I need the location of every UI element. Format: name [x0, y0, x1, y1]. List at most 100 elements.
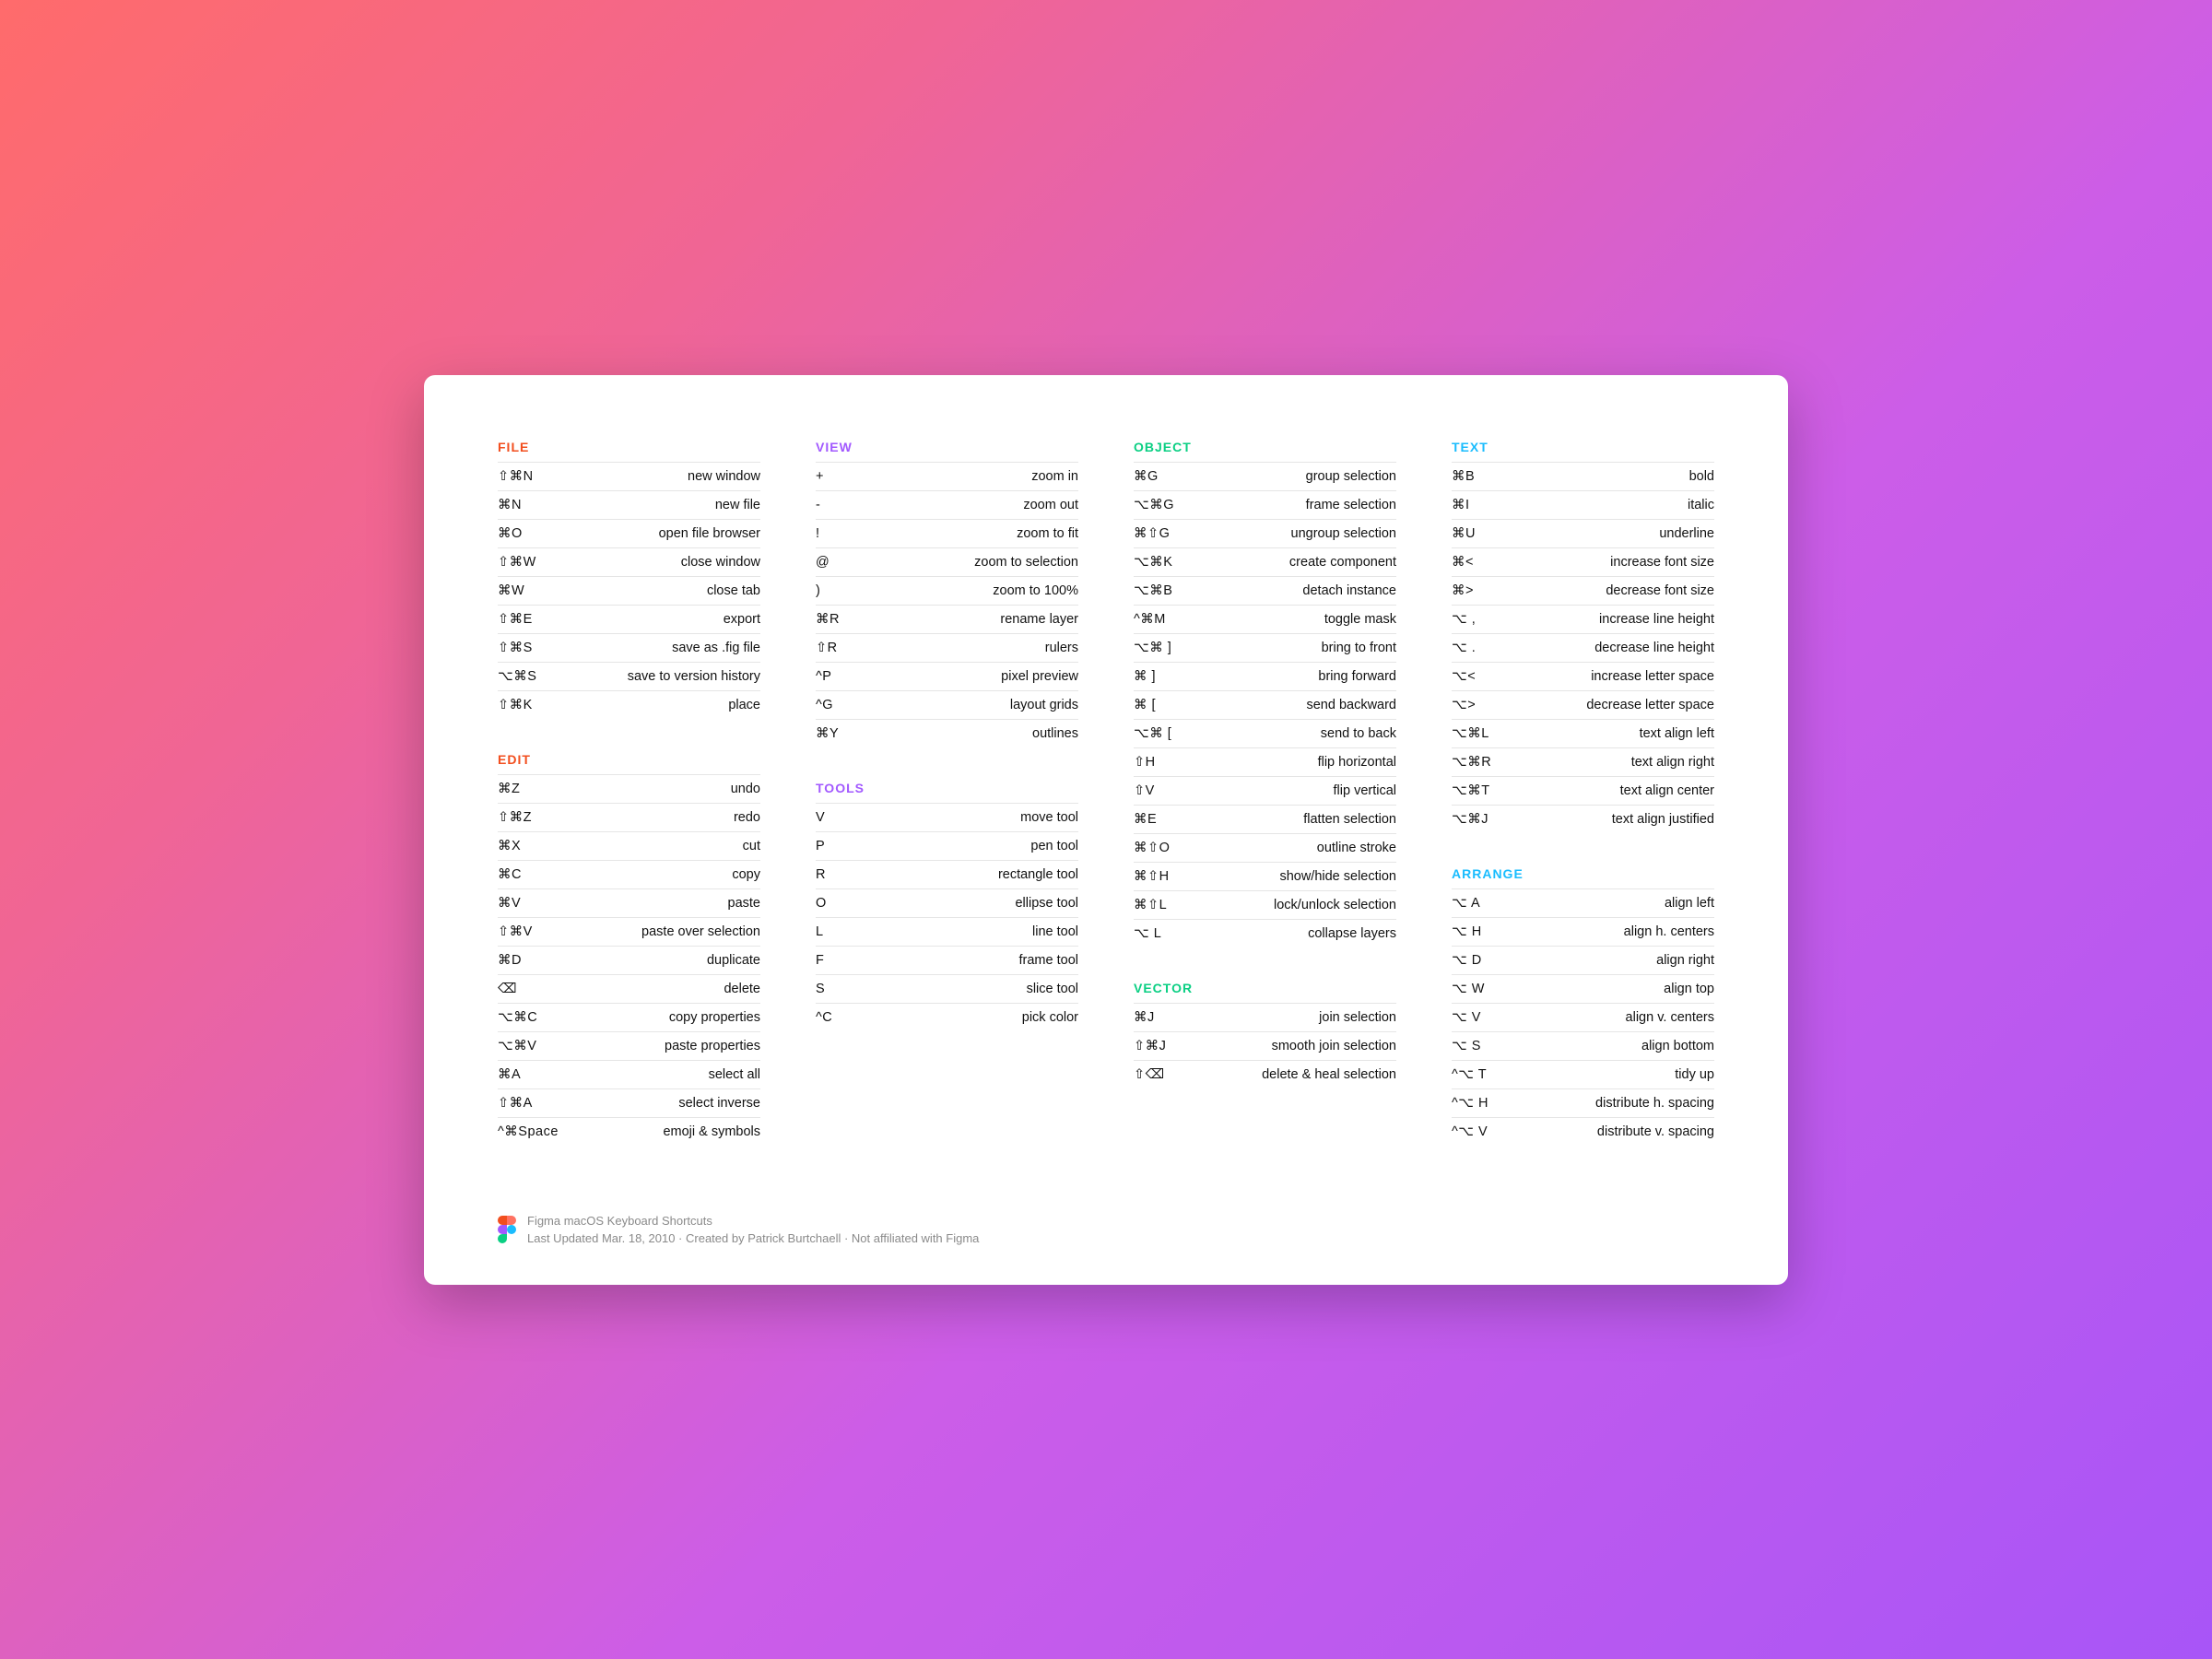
shortcut-desc: distribute v. spacing	[1597, 1124, 1714, 1139]
shortcut-row: ⇧⌘S save as .fig file	[498, 633, 760, 662]
shortcut-desc: zoom in	[1031, 469, 1078, 484]
shortcut-row: ⌥⌘Rtext align right	[1452, 747, 1714, 776]
shortcut-keys: )	[816, 583, 820, 598]
shortcut-keys: P	[816, 839, 825, 853]
shortcut-keys: ⇧⌫	[1134, 1067, 1165, 1082]
shortcut-desc: ellipse tool	[1015, 896, 1078, 911]
shortcut-desc: save as .fig file	[672, 641, 760, 655]
shortcut-keys: ⌘⇧H	[1134, 869, 1170, 884]
shortcut-desc: collapse layers	[1308, 926, 1396, 941]
shortcut-desc: layout grids	[1010, 698, 1078, 712]
shortcut-desc: place	[728, 698, 760, 712]
shortcut-keys: ⌥ D	[1452, 953, 1482, 968]
shortcut-desc: outline stroke	[1317, 841, 1396, 855]
shortcut-keys: ⌘X	[498, 839, 521, 853]
shortcut-keys: ⌥⌘ ]	[1134, 641, 1171, 655]
shortcut-keys: F	[816, 953, 824, 968]
shortcut-row: ⌘Rrename layer	[816, 605, 1078, 633]
shortcut-desc: distribute h. spacing	[1595, 1096, 1714, 1111]
shortcut-keys: ⌘Z	[498, 782, 520, 796]
section-title: VIEW	[816, 440, 1078, 454]
shortcut-keys: ⌥>	[1452, 698, 1476, 712]
shortcut-keys: ⌥<	[1452, 669, 1476, 684]
shortcut-keys: L	[816, 924, 824, 939]
shortcut-row: ⌥ Halign h. centers	[1452, 917, 1714, 946]
shortcut-keys: ⌥⌘B	[1134, 583, 1172, 598]
shortcut-desc: pick color	[1022, 1010, 1078, 1025]
shortcut-desc: send backward	[1306, 698, 1396, 712]
shortcut-keys: ⌫	[498, 982, 517, 996]
shortcut-row: Rrectangle tool	[816, 860, 1078, 888]
shortcut-desc: align right	[1656, 953, 1714, 968]
shortcut-desc: ungroup selection	[1291, 526, 1396, 541]
shortcut-row: ⌥⌘ [ send to back	[1134, 719, 1396, 747]
shortcut-row: ^Cpick color	[816, 1003, 1078, 1031]
shortcut-desc: tidy up	[1675, 1067, 1714, 1082]
shortcut-keys: ⇧⌘J	[1134, 1039, 1166, 1053]
shortcut-row: @zoom to selection	[816, 547, 1078, 576]
shortcut-row: ⌥⌘Ltext align left	[1452, 719, 1714, 747]
shortcut-desc: pen tool	[1030, 839, 1078, 853]
shortcut-row: ⌥> decrease letter space	[1452, 690, 1714, 719]
shortcut-row: ⇧⌘K place	[498, 690, 760, 719]
shortcut-desc: duplicate	[707, 953, 760, 968]
shortcut-row: ⌥⌘Ttext align center	[1452, 776, 1714, 805]
shortcut-desc: delete	[724, 982, 760, 996]
shortcut-row: ⇧⌫delete & heal selection	[1134, 1060, 1396, 1088]
shortcut-keys: ⌘⇧G	[1134, 526, 1170, 541]
shortcut-desc: text align justified	[1612, 812, 1714, 827]
shortcut-desc: bring to front	[1322, 641, 1396, 655]
shortcut-desc: align h. centers	[1624, 924, 1714, 939]
shortcut-desc: text align left	[1640, 726, 1714, 741]
section-title: OBJECT	[1134, 440, 1396, 454]
shortcut-row: Lline tool	[816, 917, 1078, 946]
shortcut-keys: ⌘>	[1452, 583, 1474, 598]
shortcut-keys: V	[816, 810, 825, 825]
shortcut-row: ⌘⇧Hshow/hide selection	[1134, 862, 1396, 890]
shortcut-keys: ⌥ S	[1452, 1039, 1481, 1053]
shortcut-desc: emoji & symbols	[663, 1124, 760, 1139]
shortcut-desc: export	[724, 612, 760, 627]
shortcut-row: ^⌥ Ttidy up	[1452, 1060, 1714, 1088]
shortcut-desc: bring forward	[1318, 669, 1396, 684]
shortcut-keys: ⌘I	[1452, 498, 1470, 512]
shortcut-desc: lock/unlock selection	[1274, 898, 1396, 912]
footer: Figma macOS Keyboard Shortcuts Last Upda…	[498, 1212, 1714, 1248]
shortcut-desc: zoom to selection	[974, 555, 1078, 570]
shortcut-desc: send to back	[1321, 726, 1396, 741]
shortcut-desc: decrease letter space	[1586, 698, 1714, 712]
shortcut-desc: flatten selection	[1303, 812, 1396, 827]
shortcut-keys: ⇧⌘S	[498, 641, 533, 655]
shortcut-keys: ^⌥ H	[1452, 1096, 1488, 1111]
shortcut-keys: ⌥ .	[1452, 641, 1476, 655]
shortcut-keys: ⌥⌘ [	[1134, 726, 1171, 741]
section: TOOLSVmove toolPpen toolRrectangle toolO…	[816, 781, 1078, 1031]
shortcut-keys: ⇧⌘K	[498, 698, 533, 712]
shortcut-row: ⌘⇧Ooutline stroke	[1134, 833, 1396, 862]
shortcut-row: ⌥⌘Kcreate component	[1134, 547, 1396, 576]
shortcut-row: ⌘Iitalic	[1452, 490, 1714, 519]
shortcut-keys: ⌥ V	[1452, 1010, 1481, 1025]
shortcut-keys: ⌥ A	[1452, 896, 1480, 911]
shortcut-desc: select inverse	[678, 1096, 760, 1111]
shortcut-row: ⇧⌘Eexport	[498, 605, 760, 633]
shortcut-row: ⌘Eflatten selection	[1134, 805, 1396, 833]
shortcut-desc: toggle mask	[1324, 612, 1396, 627]
shortcut-row: ⌥ .decrease line height	[1452, 633, 1714, 662]
shortcut-keys: ⌥ ,	[1452, 612, 1476, 627]
shortcut-desc: select all	[709, 1067, 760, 1082]
shortcut-desc: new file	[715, 498, 760, 512]
shortcut-desc: group selection	[1306, 469, 1396, 484]
shortcut-desc: move tool	[1020, 810, 1078, 825]
column: FILE⇧⌘Nnew window⌘Nnew file⌘Oopen file b…	[498, 440, 760, 1179]
shortcut-desc: paste properties	[665, 1039, 760, 1053]
section-title: ARRANGE	[1452, 866, 1714, 881]
shortcut-row: Vmove tool	[816, 803, 1078, 831]
shortcut-row: ^⌘Spaceemoji & symbols	[498, 1117, 760, 1146]
shortcut-keys: ⌘ [	[1134, 698, 1156, 712]
shortcut-row: ⌘<increase font size	[1452, 547, 1714, 576]
shortcut-row: ⌘Ccopy	[498, 860, 760, 888]
section-title: EDIT	[498, 752, 760, 767]
shortcut-desc: align top	[1664, 982, 1714, 996]
shortcut-row: ^⌥ Vdistribute v. spacing	[1452, 1117, 1714, 1146]
